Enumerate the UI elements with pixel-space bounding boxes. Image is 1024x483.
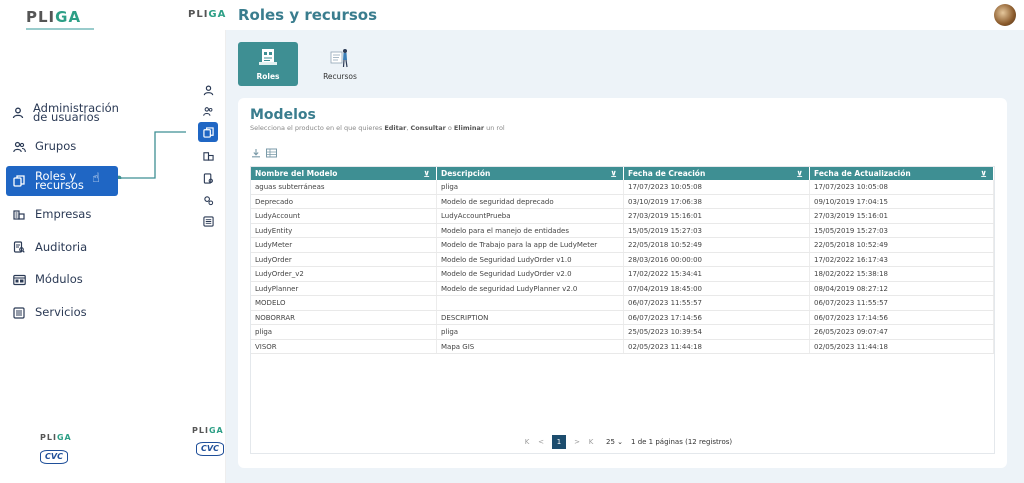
roles-document-icon [259,49,277,65]
pagination-info: 1 de 1 páginas (12 registros) [631,438,733,446]
user-icon [12,106,24,120]
filter-icon[interactable]: ⊻ [981,168,988,181]
building-icon [12,207,26,221]
footer-logo: PLIGA [40,433,72,442]
header-fecha-actualizacion[interactable]: Fecha de Actualización ⊻ [810,167,994,180]
card-subtitle: Selecciona el producto en el que quieres… [250,124,505,132]
menu-label: Empresas [35,206,92,221]
modules-icon [12,273,26,287]
menu-label: Módulos [35,272,83,287]
page-size-select[interactable]: 25 ⌄ [606,438,623,446]
menu-item-administracion[interactable]: Administración de usuarios [6,98,119,128]
column-chooser-icon[interactable] [265,147,277,159]
main-menu: Administración de usuarios Grupos Roles y… [6,98,119,332]
tab-roles[interactable]: Roles [238,42,298,86]
current-page-button[interactable]: 1 [552,435,566,449]
copy-icon [12,174,26,188]
compact-cvc-logo: CVC [196,442,224,456]
models-table: Nombre del Modelo ⊻ Descripción ⊻ Fecha de… [250,166,995,454]
header-nombre[interactable]: Nombre del Modelo ⊻ [251,167,437,180]
table-row[interactable]: LudyOrder Modelo de Seguridad LudyOrder v… [251,252,994,267]
compact-audit-icon[interactable] [198,168,218,188]
table-row[interactable]: LudyEntity Modelo para el manejo de entid… [251,223,994,238]
menu-label: Grupos [35,139,77,154]
table-row[interactable]: LudyOrder_v2 Modelo de Seguridad LudyOrde… [251,267,994,282]
table-row[interactable]: pliga pliga 25/05/2023 10:39:54 26/05/2023 … [251,325,994,340]
tab-recursos[interactable]: Recursos [310,42,370,86]
first-page-button[interactable]: K [520,438,534,446]
audit-icon [12,240,26,254]
filter-icon[interactable]: ⊻ [611,168,618,181]
menu-item-roles-recursos[interactable]: Roles y recursos [6,165,118,196]
page-title: Roles y recursos [238,6,378,24]
hand-cursor-icon: ☝ [92,171,100,186]
table-row[interactable]: MODELO 06/07/2023 11:55:57 06/07/2023 11:5… [251,296,994,311]
table-header: Nombre del Modelo ⊻ Descripción ⊻ Fecha de… [251,167,994,180]
card-title: Modelos [250,107,316,123]
left-footer: PLIGA CVC [40,433,80,464]
pagination: K < 1 > K 25 ⌄ 1 de 1 páginas (12 regist… [520,435,732,449]
compact-copy-icon[interactable] [198,122,218,142]
next-page-button[interactable]: > [570,438,584,446]
left-panel: PLIGA Administración de usuarios Grupos R… [0,0,180,483]
avatar[interactable] [994,4,1016,26]
compact-building-icon[interactable] [198,145,218,165]
brand-logo: PLIGA [26,8,98,30]
filter-icon[interactable]: ⊻ [424,168,431,181]
header-descripcion[interactable]: Descripción ⊻ [437,167,624,180]
table-row[interactable]: aguas subterráneas pliga 17/07/2023 10:05:… [251,180,994,195]
compact-user-icon[interactable] [198,80,218,100]
prev-page-button[interactable]: < [534,438,548,446]
compact-users-icon[interactable] [198,101,218,121]
table-row[interactable]: Deprecado Modelo de seguridad deprecado 03… [251,194,994,209]
menu-item-grupos[interactable]: Grupos [6,133,118,161]
table-row[interactable]: VISOR Mapa GIS 02/05/2023 11:44:18 02/05/20… [251,339,994,354]
menu-label: Administración de usuarios [33,101,119,124]
recursos-person-icon [330,49,348,68]
compact-footer-logo: PLIGA [192,426,224,435]
compact-gears-icon[interactable] [198,190,218,210]
table-row[interactable]: NOBORRAR DESCRIPTION 06/07/2023 17:14:56 06… [251,310,994,325]
menu-item-empresas[interactable]: Empresas [6,200,118,228]
cvc-logo: CVC [40,450,68,464]
filter-icon[interactable]: ⊻ [797,168,804,181]
table-row[interactable]: LudyAccount LudyAccountPrueba 27/03/2019 1… [251,209,994,224]
chevron-down-icon: ⌄ [617,438,624,446]
menu-item-modulos[interactable]: Módulos [6,266,118,294]
tab-label: Recursos [323,72,357,81]
menu-label: Auditoria [35,239,88,254]
menu-item-servicios[interactable]: Servicios [6,299,118,327]
download-icon[interactable] [250,147,262,159]
menu-label: Servicios [35,305,87,320]
services-icon [12,306,26,320]
compact-brand-logo: PLIGA [188,9,227,20]
users-icon [12,140,26,154]
menu-item-auditoria[interactable]: Auditoria [6,233,118,261]
table-row[interactable]: LudyMeter Modelo de Trabajo para la app d… [251,238,994,253]
header-fecha-creacion[interactable]: Fecha de Creación ⊻ [624,167,810,180]
menu-label: Roles y recursos [35,168,84,192]
compact-services-icon[interactable] [198,211,218,231]
table-row[interactable]: LudyPlanner Modelo de seguridad LudyPlann… [251,281,994,296]
tab-label: Roles [256,72,280,81]
last-page-button[interactable]: K [584,438,598,446]
